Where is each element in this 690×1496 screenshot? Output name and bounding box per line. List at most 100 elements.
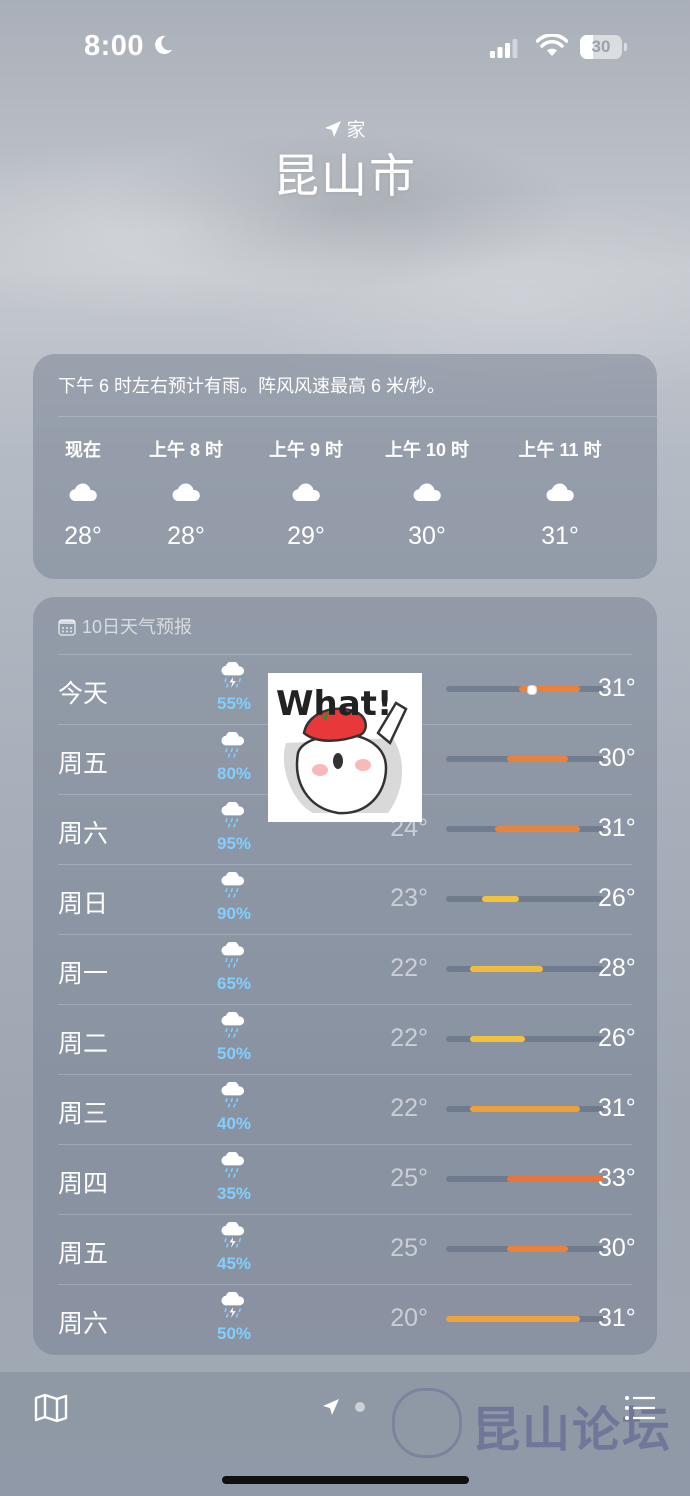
rain-icon — [221, 871, 245, 898]
hourly-item: 上午 10 时 30° — [382, 436, 472, 551]
day-label: 周五 — [58, 1240, 109, 1268]
hour-label: 上午 11 时 — [518, 440, 602, 460]
day-label: 周五 — [58, 750, 109, 778]
battery-level-text: 30 — [591, 37, 611, 56]
hour-temperature: 28° — [167, 522, 205, 550]
what-sticker-image: What! — [268, 673, 422, 822]
cloud-icon — [172, 483, 200, 501]
hour-label: 上午 9 时 — [268, 440, 343, 460]
divider — [58, 1074, 632, 1075]
divider — [58, 416, 657, 417]
temperature-range-fill — [470, 1036, 525, 1042]
temperature-range-fill — [494, 826, 580, 832]
daily-row: 周五 45% 25° 30° — [58, 1214, 636, 1284]
bottom-toolbar: 昆山论坛 — [0, 1372, 690, 1496]
low-temperature: 23° — [390, 884, 428, 912]
day-label: 周二 — [58, 1030, 109, 1058]
map-icon[interactable] — [34, 1393, 68, 1423]
rain-icon — [221, 731, 245, 758]
weather-icon-wrapper — [218, 1221, 250, 1252]
status-time: 8:00 — [84, 30, 145, 62]
page-indicator-dot[interactable] — [355, 1402, 365, 1412]
low-temperature: 22° — [390, 1094, 428, 1122]
weather-icon-wrapper — [218, 801, 250, 832]
day-label: 周日 — [58, 890, 109, 918]
daily-row: 周二 50% 22° 26° — [58, 1004, 636, 1074]
hour-label: 上午 10 时 — [384, 440, 470, 460]
weather-icon-wrapper — [218, 1081, 250, 1112]
divider — [58, 1214, 632, 1215]
hour-icon-wrapper — [288, 482, 324, 510]
temperature-range-fill — [506, 756, 568, 762]
sticker-drawing: What! — [268, 673, 422, 822]
location-list-icon[interactable] — [624, 1394, 656, 1422]
daily-row: 周三 40% 22° 31° — [58, 1074, 636, 1144]
weather-icon-wrapper — [218, 1291, 250, 1322]
precipitation-chance: 95% — [216, 834, 252, 853]
hour-icon-wrapper — [168, 482, 204, 510]
low-temperature: 25° — [390, 1164, 428, 1192]
moon-icon — [155, 35, 173, 55]
temperature-range-fill — [470, 1106, 580, 1112]
hour-icon-wrapper — [65, 482, 101, 510]
hour-icon-wrapper — [542, 482, 578, 510]
precipitation-chance: 50% — [216, 1044, 252, 1063]
high-temperature: 31° — [598, 1304, 636, 1332]
location-label: 家 — [346, 120, 366, 141]
day-label: 周一 — [58, 960, 109, 988]
hourly-item: 上午 9 时 29° — [261, 436, 351, 551]
weather-icon-wrapper — [218, 731, 250, 762]
high-temperature: 31° — [598, 814, 636, 842]
weather-icon-wrapper — [218, 1011, 250, 1042]
precipitation-chance: 55% — [216, 694, 252, 713]
watermark-logo — [392, 1388, 462, 1458]
day-label: 周三 — [58, 1100, 109, 1128]
day-label: 今天 — [58, 680, 109, 708]
low-temperature: 25° — [390, 1234, 428, 1262]
rain-icon — [221, 1081, 245, 1108]
temperature-range-bar — [446, 1176, 604, 1182]
rain-icon — [221, 801, 245, 828]
home-indicator[interactable] — [222, 1476, 469, 1484]
hourly-item: 下 — [623, 436, 657, 474]
temperature-range-fill — [446, 1316, 580, 1322]
temperature-range-bar — [446, 826, 604, 832]
current-location-page-icon[interactable] — [322, 1398, 340, 1416]
daily-row: 周一 65% 22° 28° — [58, 934, 636, 1004]
temperature-range-bar — [446, 966, 604, 972]
weather-icon-wrapper — [218, 1151, 250, 1182]
temperature-range-bar — [446, 896, 604, 902]
precipitation-chance: 65% — [216, 974, 252, 993]
temperature-range-fill — [506, 1246, 568, 1252]
temperature-range-bar — [446, 1316, 604, 1322]
ten-day-title: 10日天气预报 — [82, 617, 193, 637]
weather-icon-wrapper — [218, 941, 250, 972]
precipitation-chance: 90% — [216, 904, 252, 923]
daily-row: 周日 90% 23° 26° — [58, 864, 636, 934]
precipitation-chance: 50% — [216, 1324, 252, 1343]
temperature-range-bar — [446, 1246, 604, 1252]
hour-temperature: 29° — [287, 522, 325, 550]
divider — [58, 864, 632, 865]
hour-temperature: 28° — [64, 522, 102, 550]
hour-label: 现在 — [65, 440, 101, 460]
weather-icon-wrapper — [218, 871, 250, 902]
temperature-range-bar — [446, 1036, 604, 1042]
precipitation-chance: 45% — [216, 1254, 252, 1273]
hour-temperature: 31° — [541, 522, 579, 550]
divider — [58, 1004, 632, 1005]
high-temperature: 26° — [598, 884, 636, 912]
rain-icon — [221, 1011, 245, 1038]
hourly-forecast-card[interactable]: 下午 6 时左右预计有雨。阵风风速最高 6 米/秒。 现在 28° 上午 8 时 28… — [33, 354, 657, 579]
high-temperature: 30° — [598, 744, 636, 772]
day-label: 周四 — [58, 1170, 109, 1198]
high-temperature: 26° — [598, 1024, 636, 1052]
status-bar: 8:00 30 — [0, 0, 690, 95]
divider — [58, 1284, 632, 1285]
daily-row: 周四 35% 25° 33° — [58, 1144, 636, 1214]
hour-label: 下 — [623, 436, 657, 462]
sticker-text: What! — [276, 684, 392, 724]
location-label-row: 家 — [0, 115, 690, 142]
divider — [58, 654, 632, 655]
calendar-icon — [58, 619, 76, 636]
